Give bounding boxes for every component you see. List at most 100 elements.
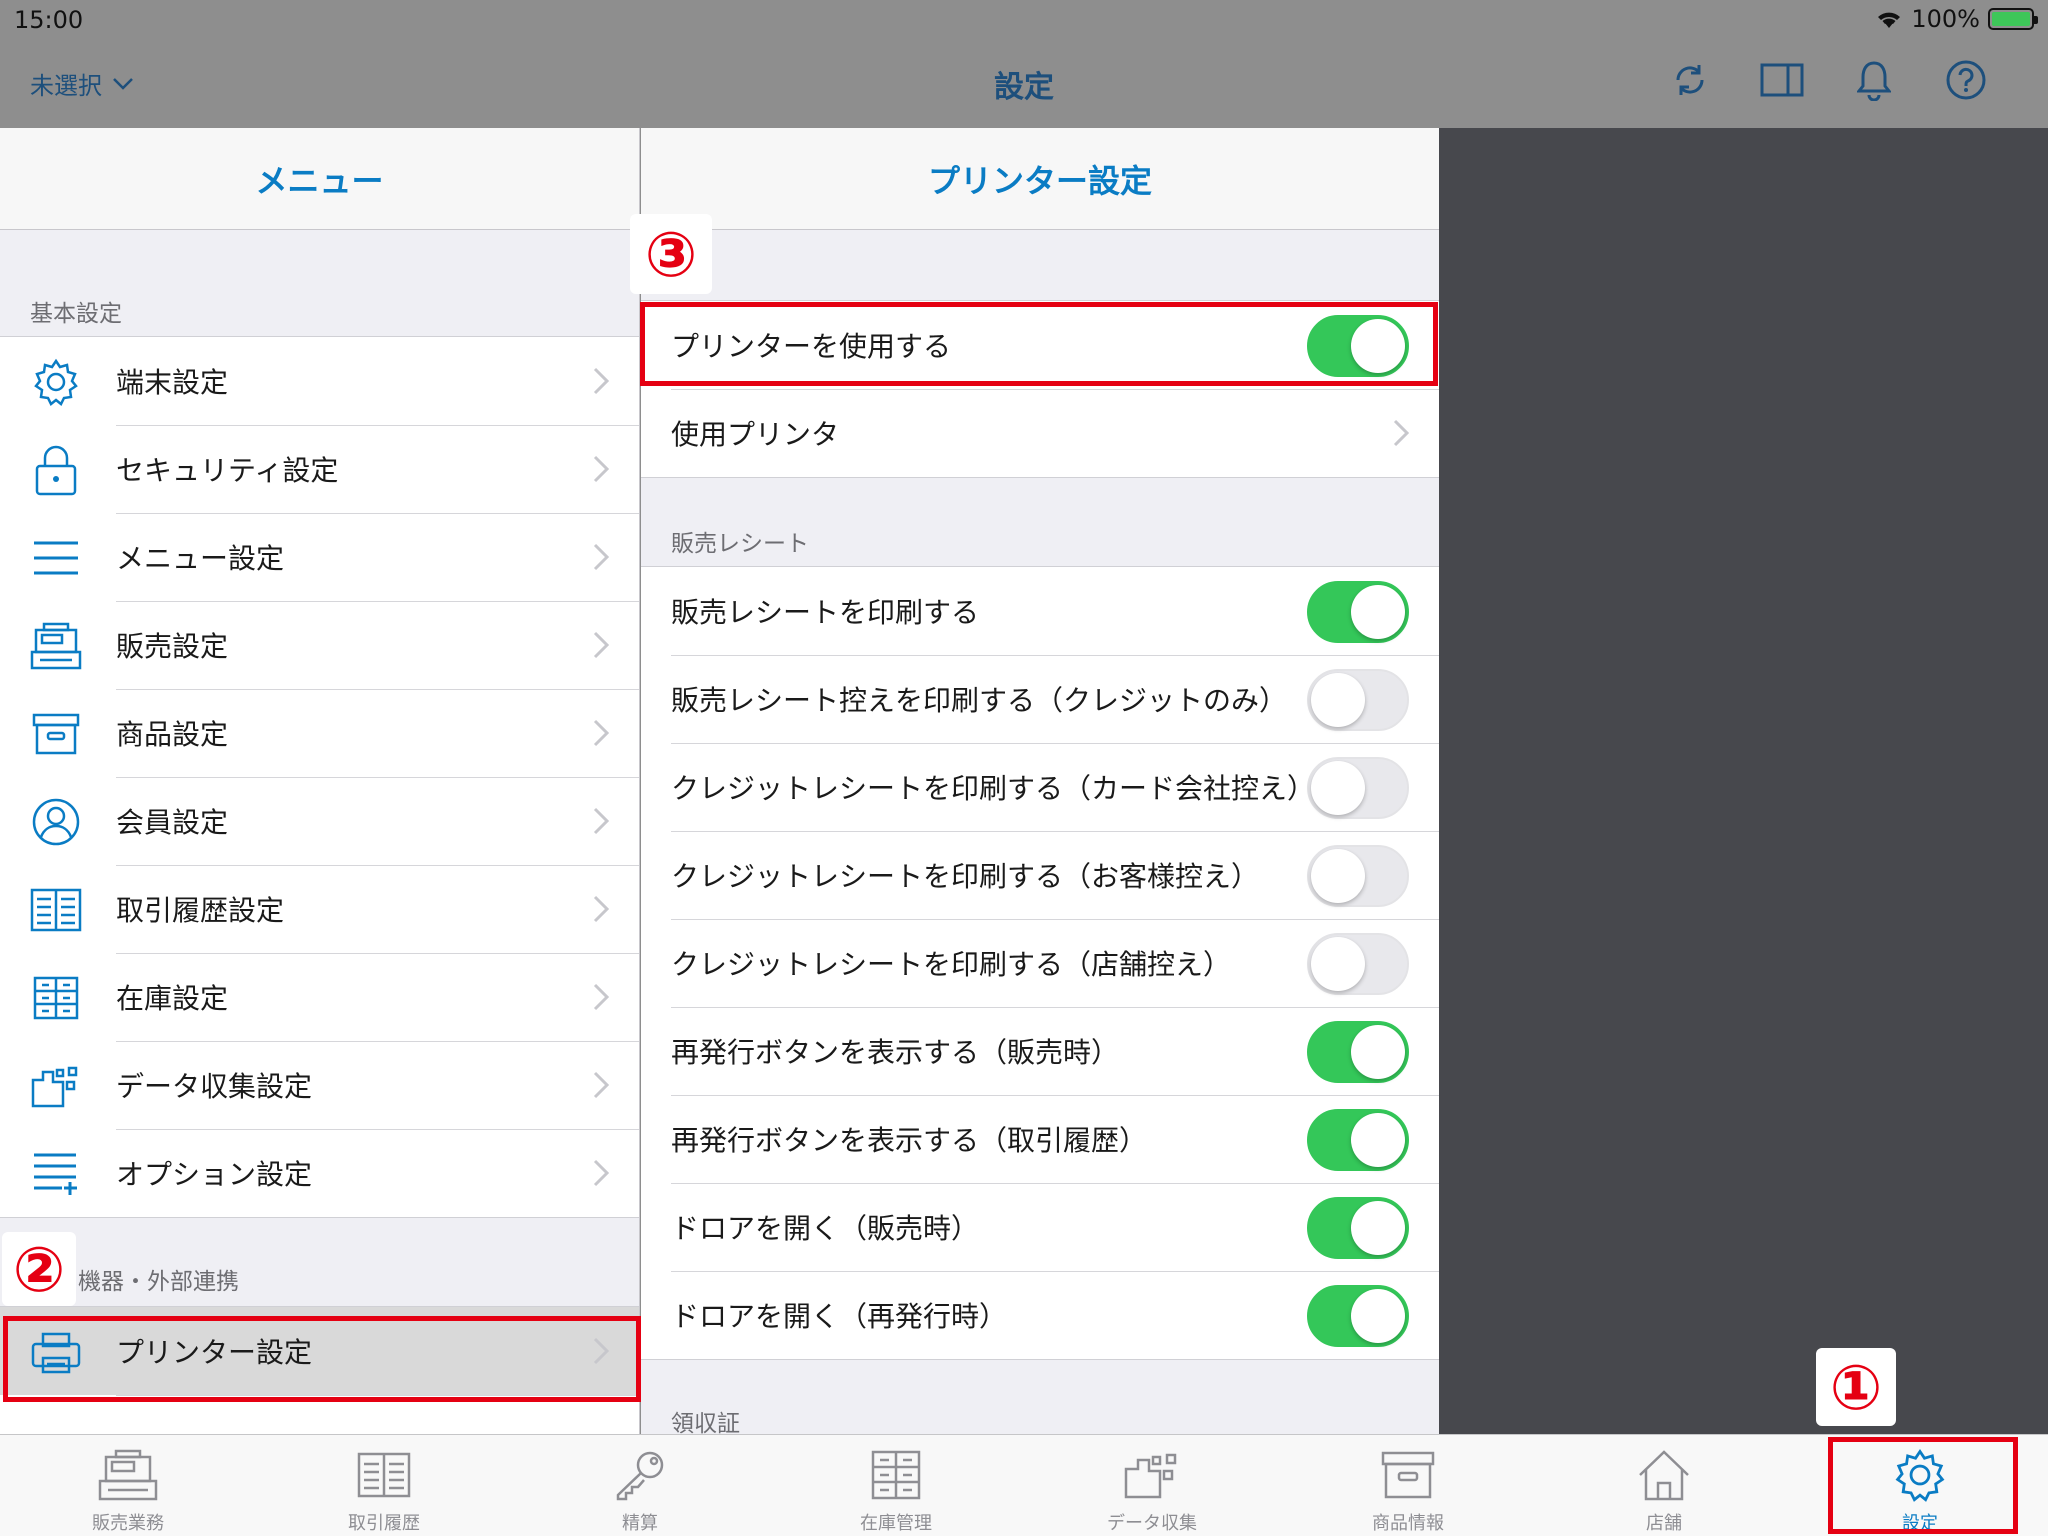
split-view-button[interactable] — [1760, 58, 1804, 102]
detail-pane-empty — [1439, 128, 2048, 1434]
box-icon — [1376, 1447, 1440, 1503]
tab-settlement[interactable]: 精算 — [512, 1435, 768, 1536]
tab-label: データ収集 — [1107, 1513, 1197, 1534]
chevron-right-icon — [593, 543, 609, 571]
tab-label: 精算 — [622, 1513, 658, 1534]
chevron-right-icon — [593, 983, 609, 1011]
data-icon — [30, 1063, 82, 1109]
print-sales-receipt-toggle[interactable] — [1307, 581, 1409, 643]
menu-item-option-settings[interactable]: オプション設定 — [0, 1129, 639, 1217]
use-printer-label: プリンターを使用する — [671, 330, 952, 363]
tab-settings[interactable]: 設定 — [1792, 1435, 2048, 1536]
menu-item-menu-settings[interactable]: メニュー設定 — [0, 513, 639, 601]
receipt-settings-list: 販売レシートを印刷する 販売レシート控えを印刷する（クレジットのみ） クレジット… — [641, 566, 1439, 1360]
menu-item-member-settings[interactable]: 会員設定 — [0, 777, 639, 865]
register-icon — [96, 1447, 160, 1503]
sync-icon — [1676, 65, 1704, 95]
register-icon — [30, 622, 82, 670]
tab-data-collection[interactable]: データ収集 — [1024, 1435, 1280, 1536]
menu-item-next[interactable] — [0, 1395, 639, 1434]
section-label-invoice: 領収証 — [671, 1411, 740, 1434]
status-time: 15:00 — [14, 6, 84, 34]
tab-sales[interactable]: 販売業務 — [0, 1435, 256, 1536]
open-drawer-reissue-toggle[interactable] — [1307, 1285, 1409, 1347]
data-icon — [1120, 1447, 1184, 1503]
key-icon — [608, 1447, 672, 1503]
receipt-row-label: ドロアを開く（再発行時） — [671, 1300, 1008, 1333]
list-icon — [30, 535, 82, 581]
reissue-button-sales-toggle[interactable] — [1307, 1021, 1409, 1083]
printer-icon — [30, 1329, 82, 1375]
print-receipt-copy-toggle[interactable] — [1307, 669, 1409, 731]
menu-item-label: 取引履歴設定 — [116, 894, 285, 927]
list-plus-icon — [30, 1151, 82, 1197]
menu-item-label: メニュー設定 — [116, 542, 285, 575]
chevron-right-icon — [593, 807, 609, 835]
chevron-right-icon — [593, 367, 609, 395]
tab-label: 取引履歴 — [348, 1513, 420, 1534]
basic-settings-list: 端末設定 セキュリティ設定 メニュー設定 販売設定 商品設定 会員設定 取引履歴… — [0, 336, 639, 1218]
receipt-row: 販売レシートを印刷する — [641, 567, 1439, 655]
menu-item-data-collection-settings[interactable]: データ収集設定 — [0, 1041, 639, 1129]
menu-item-terminal-settings[interactable]: 端末設定 — [0, 337, 639, 425]
receipt-row-label: 販売レシートを印刷する — [671, 596, 980, 629]
menu-item-product-settings[interactable]: 商品設定 — [0, 689, 639, 777]
step-marker-3: ③ — [630, 214, 712, 294]
help-button[interactable] — [1944, 58, 1988, 102]
split-view-icon — [1760, 63, 1804, 97]
menu-item-label: プリンター設定 — [116, 1336, 313, 1369]
chevron-right-icon — [593, 1071, 609, 1099]
tab-transaction-history[interactable]: 取引履歴 — [256, 1435, 512, 1536]
step-marker-2: ② — [2, 1232, 76, 1306]
nav-bar: 未選択 設定 — [0, 38, 2048, 128]
menu-item-label: セキュリティ設定 — [116, 454, 339, 487]
tab-label: 設定 — [1902, 1513, 1938, 1534]
printer-select-row[interactable]: 使用プリンタ — [641, 389, 1439, 477]
tab-store[interactable]: 店舗 — [1536, 1435, 1792, 1536]
chevron-right-icon — [1393, 419, 1409, 447]
chevron-right-icon — [593, 1337, 609, 1365]
receipt-row: ドロアを開く（再発行時） — [641, 1271, 1439, 1359]
menu-item-transaction-history-settings[interactable]: 取引履歴設定 — [0, 865, 639, 953]
use-printer-toggle[interactable] — [1307, 315, 1409, 377]
house-icon — [1632, 1447, 1696, 1503]
menu-item-security-settings[interactable]: セキュリティ設定 — [0, 425, 639, 513]
tab-inventory[interactable]: 在庫管理 — [768, 1435, 1024, 1536]
section-label-receipt: 販売レシート — [671, 531, 809, 557]
lock-icon — [30, 445, 82, 496]
section-label-device: 機器・外部連携 — [78, 1269, 239, 1295]
reissue-button-history-toggle[interactable] — [1307, 1109, 1409, 1171]
receipt-row: 再発行ボタンを表示する（販売時） — [641, 1007, 1439, 1095]
tab-product-info[interactable]: 商品情報 — [1280, 1435, 1536, 1536]
menu-pane: メニュー 基本設定 端末設定 セキュリティ設定 メニュー設定 販売設定 商品設定… — [0, 128, 640, 1434]
receipt-row: クレジットレシートを印刷する（お客様控え） — [641, 831, 1439, 919]
menu-item-label: データ収集設定 — [116, 1070, 313, 1103]
menu-item-printer-settings[interactable]: プリンター設定 — [0, 1307, 639, 1395]
menu-item-label: 商品設定 — [116, 718, 229, 751]
tab-label: 販売業務 — [92, 1513, 164, 1534]
print-credit-card-company-copy-toggle[interactable] — [1307, 757, 1409, 819]
device-settings-list: プリンター設定 — [0, 1306, 639, 1434]
printer-select-label: 使用プリンタ — [671, 418, 840, 451]
print-credit-store-copy-toggle[interactable] — [1307, 933, 1409, 995]
open-drawer-sales-toggle[interactable] — [1307, 1197, 1409, 1259]
printer-main-list: プリンターを使用する 使用プリンタ — [641, 300, 1439, 478]
print-credit-customer-copy-toggle[interactable] — [1307, 845, 1409, 907]
wifi-icon — [1878, 12, 1901, 28]
sync-button[interactable] — [1668, 58, 1712, 102]
status-indicators: 100% — [1875, 5, 2038, 33]
receipt-row-label: ドロアを開く（販売時） — [671, 1212, 980, 1245]
menu-item-sales-settings[interactable]: 販売設定 — [0, 601, 639, 689]
nav-actions — [1668, 58, 1988, 102]
chevron-right-icon — [593, 895, 609, 923]
chevron-right-icon — [593, 719, 609, 747]
receipt-row-label: 再発行ボタンを表示する（販売時） — [671, 1036, 1120, 1069]
help-icon — [1946, 60, 1986, 100]
tab-label: 店舗 — [1646, 1513, 1682, 1534]
use-printer-row: プリンターを使用する — [641, 301, 1439, 389]
notification-button[interactable] — [1852, 58, 1896, 102]
menu-item-inventory-settings[interactable]: 在庫設定 — [0, 953, 639, 1041]
bell-icon — [1857, 61, 1891, 101]
tab-label: 在庫管理 — [860, 1513, 932, 1534]
receipt-row: 販売レシート控えを印刷する（クレジットのみ） — [641, 655, 1439, 743]
